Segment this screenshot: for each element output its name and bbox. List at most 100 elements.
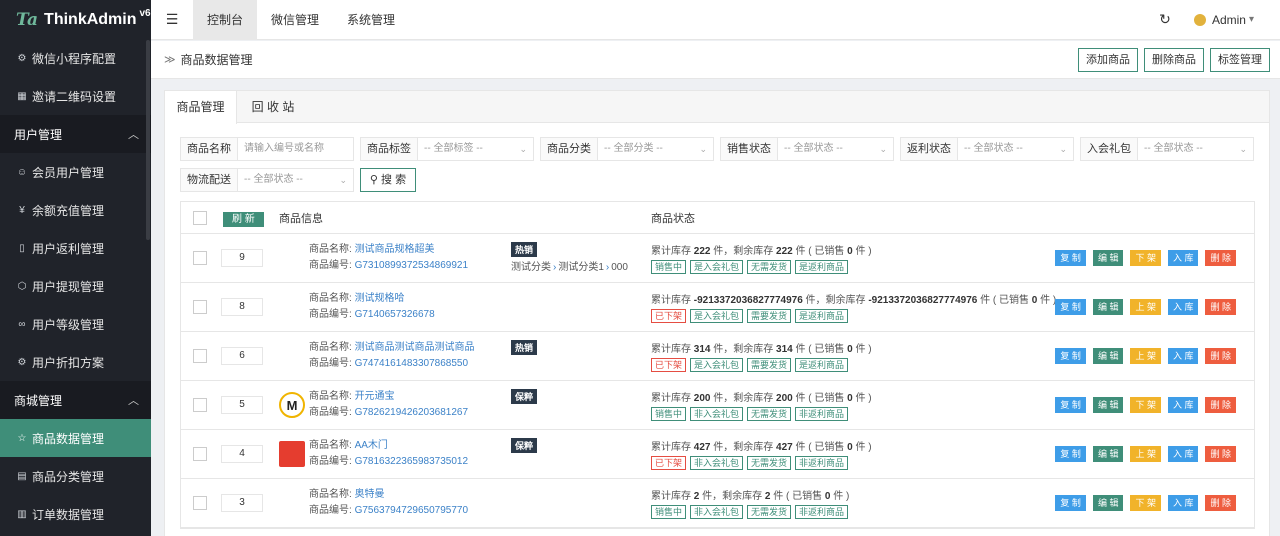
delete-button[interactable]: 删 除 [1205, 397, 1236, 413]
product-name-link[interactable]: 测试规格哈 [355, 293, 405, 304]
top-nav-item[interactable]: 控制台 [193, 0, 258, 40]
product-name-link[interactable]: 测试商品规格超美 [355, 244, 435, 255]
sidebar-item[interactable]: ⬡ 用户提现管理 [0, 267, 151, 305]
header-action-button[interactable]: 标签管理 [1210, 47, 1270, 72]
top-nav-item[interactable]: 微信管理 [257, 0, 333, 40]
row-checkbox[interactable] [193, 496, 207, 510]
sidebar-item[interactable]: ▯ 用户返利管理 [0, 229, 151, 267]
row-checkbox[interactable] [193, 349, 207, 363]
edit-button[interactable]: 编 辑 [1092, 495, 1124, 511]
sidebar-item[interactable]: ∞ 用户等级管理 [0, 305, 151, 343]
menu-toggle-icon[interactable]: ☰ [151, 0, 193, 40]
copy-button[interactable]: 复 制 [1055, 397, 1086, 413]
status-badge: 无需发货 [747, 456, 792, 470]
product-name-link[interactable]: 奥特曼 [355, 489, 385, 500]
filter-field[interactable]: 返利状态 -- 全部状态 -- ⌄ [900, 137, 1074, 161]
shelf-toggle-button[interactable]: 上 架 [1130, 348, 1161, 364]
filter-select[interactable]: -- 全部状态 -- ⌄ [1138, 138, 1253, 160]
sidebar-item[interactable]: ⚙ 微信小程序配置 [0, 39, 151, 77]
filter-field[interactable]: 商品标签 -- 全部标签 -- ⌄ [360, 137, 534, 161]
refresh-icon[interactable]: ↻ [1150, 11, 1180, 28]
sort-input[interactable]: 5 [221, 396, 263, 414]
edit-button[interactable]: 编 辑 [1092, 348, 1124, 364]
sidebar-group-mall[interactable]: 商城管理 ︿ [0, 381, 151, 419]
sidebar-item[interactable]: ☺ 会员用户管理 [0, 153, 151, 191]
sidebar-item[interactable]: ⚙ 用户折扣方案 [0, 343, 151, 381]
filter-field[interactable]: 物流配送 -- 全部状态 -- ⌄ [180, 168, 354, 192]
shelf-toggle-button[interactable]: 下 架 [1130, 250, 1161, 266]
filter-field[interactable]: 入会礼包 -- 全部状态 -- ⌄ [1080, 137, 1254, 161]
tab-recycle[interactable]: 回 收 站 [237, 91, 309, 123]
delete-button[interactable]: 删 除 [1205, 299, 1236, 315]
product-code-link[interactable]: G7563794729650795770 [355, 505, 468, 516]
sidebar-group-user[interactable]: 用户管理 ︿ [0, 115, 151, 153]
filter-select[interactable]: -- 全部分类 -- ⌄ [598, 138, 713, 160]
shelf-toggle-button[interactable]: 下 架 [1130, 397, 1161, 413]
product-code-label: 商品编号: [309, 407, 355, 418]
delete-button[interactable]: 删 除 [1205, 250, 1236, 266]
filter-label: 入会礼包 [1081, 138, 1138, 160]
sort-input[interactable]: 3 [221, 494, 263, 512]
filter-input[interactable]: 请输入编号或名称 [238, 138, 353, 160]
edit-button[interactable]: 编 辑 [1092, 397, 1124, 413]
row-checkbox[interactable] [193, 447, 207, 461]
header-action-button[interactable]: 添加商品 [1078, 47, 1138, 72]
top-nav-item[interactable]: 系统管理 [333, 0, 409, 40]
edit-button[interactable]: 编 辑 [1092, 299, 1124, 315]
sort-input[interactable]: 4 [221, 445, 263, 463]
sidebar-item[interactable]: ▦ 邀请二维码设置 [0, 77, 151, 115]
brand-logo[interactable]: Ta ThinkAdmin v6 [0, 0, 151, 39]
stock-in-button[interactable]: 入 库 [1167, 348, 1199, 364]
copy-button[interactable]: 复 制 [1055, 446, 1086, 462]
delete-button[interactable]: 删 除 [1205, 348, 1236, 364]
row-checkbox[interactable] [193, 251, 207, 265]
product-name-link[interactable]: 开元通宝 [355, 391, 395, 402]
shelf-toggle-button[interactable]: 上 架 [1130, 299, 1161, 315]
sort-input[interactable]: 8 [221, 298, 263, 316]
product-name-link[interactable]: AA木门 [355, 440, 388, 451]
shelf-toggle-button[interactable]: 上 架 [1130, 446, 1161, 462]
sidebar-scrollbar[interactable] [146, 40, 150, 240]
product-code-link[interactable]: G7816322365983735012 [355, 456, 468, 467]
copy-button[interactable]: 复 制 [1055, 250, 1086, 266]
product-code-link[interactable]: G7140657326678 [355, 309, 435, 320]
product-code-link[interactable]: G7826219426203681267 [355, 407, 468, 418]
stock-in-button[interactable]: 入 库 [1167, 299, 1199, 315]
tab-goods[interactable]: 商品管理 [165, 91, 237, 124]
sort-input[interactable]: 6 [221, 347, 263, 365]
filter-select[interactable]: -- 全部状态 -- ⌄ [238, 169, 353, 191]
refresh-button[interactable]: 刷 新 [223, 212, 264, 227]
filter-field[interactable]: 商品分类 -- 全部分类 -- ⌄ [540, 137, 714, 161]
shelf-toggle-button[interactable]: 下 架 [1130, 495, 1161, 511]
sort-input[interactable]: 9 [221, 249, 263, 267]
copy-button[interactable]: 复 制 [1055, 495, 1086, 511]
filter-select[interactable]: -- 全部状态 -- ⌄ [778, 138, 893, 160]
sidebar-item[interactable]: ¥ 余额充值管理 [0, 191, 151, 229]
filter-select[interactable]: -- 全部状态 -- ⌄ [958, 138, 1073, 160]
stock-in-button[interactable]: 入 库 [1167, 446, 1199, 462]
edit-button[interactable]: 编 辑 [1092, 250, 1124, 266]
stock-in-button[interactable]: 入 库 [1167, 250, 1199, 266]
edit-button[interactable]: 编 辑 [1092, 446, 1124, 462]
filter-select[interactable]: -- 全部标签 -- ⌄ [418, 138, 533, 160]
search-button[interactable]: ⚲ 搜 索 [360, 168, 416, 192]
user-menu[interactable]: Admin ▾ [1193, 13, 1254, 27]
delete-button[interactable]: 删 除 [1205, 495, 1236, 511]
filter-field[interactable]: 商品名称 请输入编号或名称 [180, 137, 354, 161]
sidebar-item[interactable]: ▥ 订单数据管理 [0, 495, 151, 533]
stock-in-button[interactable]: 入 库 [1167, 397, 1199, 413]
header-action-button[interactable]: 删除商品 [1144, 47, 1204, 72]
sidebar-item[interactable]: ☆ 商品数据管理 [0, 419, 151, 457]
delete-button[interactable]: 删 除 [1205, 446, 1236, 462]
product-name-link[interactable]: 测试商品测试商品测试商品 [355, 342, 475, 353]
stock-in-button[interactable]: 入 库 [1167, 495, 1199, 511]
product-code-link[interactable]: G7310899372534869921 [355, 260, 468, 271]
copy-button[interactable]: 复 制 [1055, 348, 1086, 364]
select-all-checkbox[interactable] [193, 210, 207, 225]
row-checkbox[interactable] [193, 300, 207, 314]
filter-field[interactable]: 销售状态 -- 全部状态 -- ⌄ [720, 137, 894, 161]
product-code-link[interactable]: G7474161483307868550 [355, 358, 468, 369]
copy-button[interactable]: 复 制 [1055, 299, 1086, 315]
sidebar-item[interactable]: ▤ 商品分类管理 [0, 457, 151, 495]
row-checkbox[interactable] [193, 398, 207, 412]
